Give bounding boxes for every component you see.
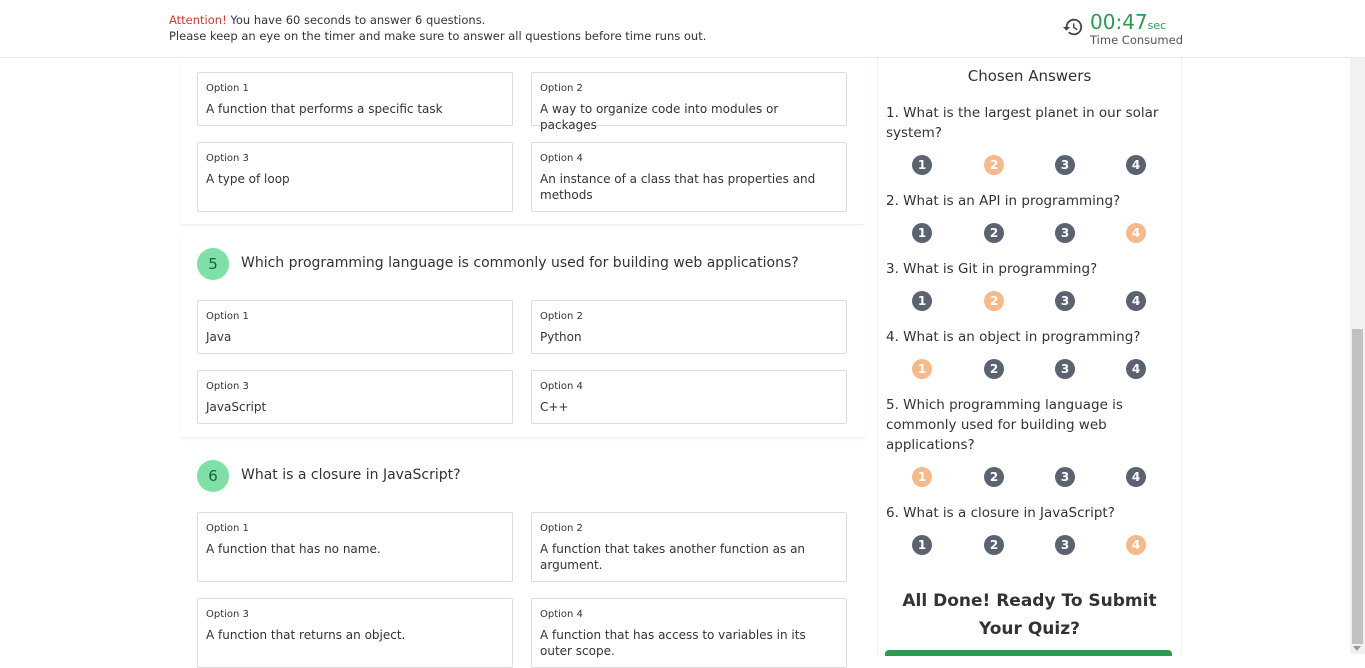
top-bar: Attention! You have 60 seconds to answer… bbox=[0, 0, 1365, 58]
option-text: A function that returns an object. bbox=[206, 628, 406, 642]
option-label: Option 1 bbox=[206, 311, 249, 322]
attention-line-2: Please keep an eye on the timer and make… bbox=[169, 29, 707, 43]
question-card: Option 1 A function that performs a spec… bbox=[181, 57, 865, 225]
option-text: A function that takes another function a… bbox=[540, 542, 806, 572]
option-card[interactable]: Option 3 A type of loop bbox=[197, 142, 513, 212]
answer-dots: 1 2 3 4 bbox=[878, 291, 1181, 313]
answer-dots: 1 2 3 4 bbox=[878, 535, 1181, 557]
chosen-answers-title: Chosen Answers bbox=[967, 67, 1092, 85]
option-label: Option 2 bbox=[540, 311, 583, 322]
answer-dot-4[interactable]: 4 bbox=[1126, 359, 1146, 379]
chosen-answers-panel: Chosen Answers 1. What is the largest pl… bbox=[877, 57, 1182, 656]
option-text: C++ bbox=[540, 400, 569, 414]
option-text: A function that has no name. bbox=[206, 542, 381, 556]
option-label: Option 4 bbox=[540, 153, 583, 164]
answer-dot-4[interactable]: 4 bbox=[1126, 223, 1146, 243]
attention-label: Attention! bbox=[169, 13, 227, 27]
page-scrollbar[interactable] bbox=[1350, 57, 1365, 654]
option-text: A type of loop bbox=[206, 172, 290, 186]
question-text: Which programming language is commonly u… bbox=[241, 255, 799, 271]
question-number-badge: 5 bbox=[197, 248, 229, 280]
answer-dot-2[interactable]: 2 bbox=[984, 291, 1004, 311]
question-card: 6 What is a closure in JavaScript? Optio… bbox=[181, 443, 865, 668]
answer-dot-2[interactable]: 2 bbox=[984, 223, 1004, 243]
option-text: JavaScript bbox=[206, 400, 267, 414]
submit-button[interactable] bbox=[885, 650, 1172, 656]
option-label: Option 3 bbox=[206, 153, 249, 164]
attention-message: Attention! You have 60 seconds to answer… bbox=[169, 12, 706, 44]
scrollbar-thumb[interactable] bbox=[1352, 329, 1363, 644]
answer-dots: 1 2 3 4 bbox=[878, 467, 1181, 489]
option-text: An instance of a class that has properti… bbox=[540, 172, 816, 202]
history-clock-icon bbox=[1062, 18, 1083, 36]
answer-dot-2[interactable]: 2 bbox=[984, 155, 1004, 175]
option-card[interactable]: Option 1 A function that performs a spec… bbox=[197, 72, 513, 126]
answer-dots: 1 2 3 4 bbox=[878, 223, 1181, 245]
question-card: 5 Which programming language is commonly… bbox=[181, 231, 865, 438]
option-label: Option 2 bbox=[540, 523, 583, 534]
option-card[interactable]: Option 1 A function that has no name. bbox=[197, 512, 513, 582]
answer-dot-1[interactable]: 1 bbox=[912, 223, 932, 243]
option-label: Option 4 bbox=[540, 609, 583, 620]
option-card[interactable]: Option 3 A function that returns an obje… bbox=[197, 598, 513, 668]
chosen-question-text: 5. Which programming language is commonl… bbox=[886, 397, 1123, 453]
option-text: A function that performs a specific task bbox=[206, 102, 443, 116]
option-label: Option 4 bbox=[540, 381, 583, 392]
answer-dot-3[interactable]: 3 bbox=[1055, 467, 1075, 487]
answer-dot-3[interactable]: 3 bbox=[1055, 291, 1075, 311]
option-text: Java bbox=[206, 330, 232, 344]
answer-dot-3[interactable]: 3 bbox=[1055, 535, 1075, 555]
question-text: What is a closure in JavaScript? bbox=[241, 467, 461, 483]
answer-dots: 1 2 3 4 bbox=[878, 359, 1181, 381]
option-card[interactable]: Option 2 Python bbox=[531, 300, 847, 354]
answer-dot-4[interactable]: 4 bbox=[1126, 291, 1146, 311]
answer-dot-4[interactable]: 4 bbox=[1126, 155, 1146, 175]
option-card[interactable]: Option 2 A function that takes another f… bbox=[531, 512, 847, 582]
answer-dot-2[interactable]: 2 bbox=[984, 359, 1004, 379]
answer-dot-1[interactable]: 1 bbox=[912, 467, 932, 487]
answer-dot-3[interactable]: 3 bbox=[1055, 155, 1075, 175]
option-label: Option 3 bbox=[206, 381, 249, 392]
chosen-question-text: 4. What is an object in programming? bbox=[886, 329, 1141, 345]
answer-dot-1[interactable]: 1 bbox=[912, 359, 932, 379]
option-card[interactable]: Option 2 A way to organize code into mod… bbox=[531, 72, 847, 132]
option-label: Option 2 bbox=[540, 83, 583, 94]
option-label: Option 1 bbox=[206, 523, 249, 534]
option-card[interactable]: Option 4 A function that has access to v… bbox=[531, 598, 847, 668]
timer-unit: sec bbox=[1147, 19, 1167, 32]
question-number-badge: 6 bbox=[197, 460, 229, 492]
chosen-question-text: 1. What is the largest planet in our sol… bbox=[886, 105, 1159, 141]
chosen-question-text: 2. What is an API in programming? bbox=[886, 193, 1121, 209]
option-text: A function that has access to variables … bbox=[540, 628, 806, 658]
answer-dot-3[interactable]: 3 bbox=[1055, 223, 1075, 243]
answer-dot-1[interactable]: 1 bbox=[912, 155, 932, 175]
chosen-question-text: 6. What is a closure in JavaScript? bbox=[886, 505, 1115, 521]
option-label: Option 1 bbox=[206, 83, 249, 94]
submit-prompt: All Done! Ready To Submit Your Quiz? bbox=[902, 591, 1157, 639]
answer-dot-3[interactable]: 3 bbox=[1055, 359, 1075, 379]
answer-dot-2[interactable]: 2 bbox=[984, 535, 1004, 555]
option-text: Python bbox=[540, 330, 582, 344]
timer-label: Time Consumed bbox=[1090, 33, 1184, 47]
option-label: Option 3 bbox=[206, 609, 249, 620]
answer-dots: 1 2 3 4 bbox=[878, 155, 1181, 177]
timer-value: 00:47sec bbox=[1090, 10, 1167, 34]
option-card[interactable]: Option 4 An instance of a class that has… bbox=[531, 142, 847, 212]
answer-dot-4[interactable]: 4 bbox=[1126, 467, 1146, 487]
answer-dot-2[interactable]: 2 bbox=[984, 467, 1004, 487]
option-card[interactable]: Option 3 JavaScript bbox=[197, 370, 513, 424]
option-card[interactable]: Option 4 C++ bbox=[531, 370, 847, 424]
scroll-down-arrow-icon[interactable] bbox=[1353, 646, 1361, 651]
answer-dot-1[interactable]: 1 bbox=[912, 291, 932, 311]
attention-text: You have 60 seconds to answer 6 question… bbox=[230, 13, 486, 27]
answer-dot-1[interactable]: 1 bbox=[912, 535, 932, 555]
chosen-question-text: 3. What is Git in programming? bbox=[886, 261, 1098, 277]
option-text: A way to organize code into modules or p… bbox=[540, 102, 779, 132]
option-card[interactable]: Option 1 Java bbox=[197, 300, 513, 354]
answer-dot-4[interactable]: 4 bbox=[1126, 535, 1146, 555]
